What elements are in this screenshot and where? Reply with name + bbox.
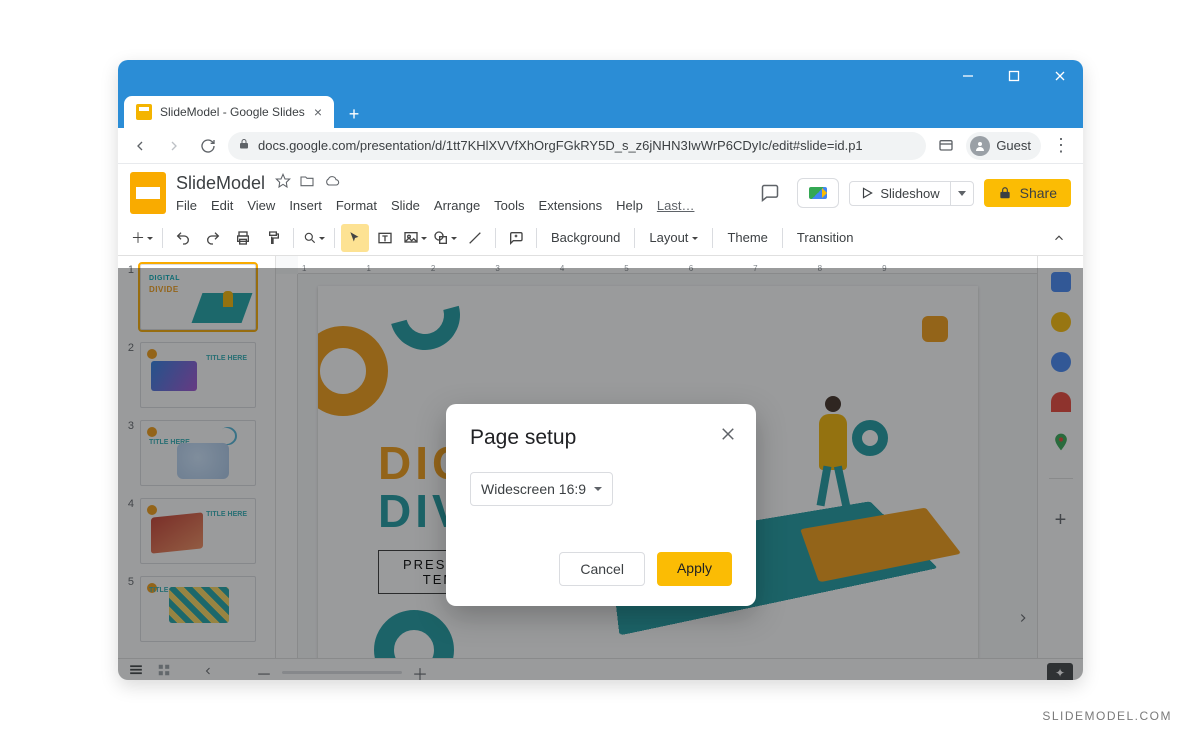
profile-label: Guest: [996, 138, 1031, 153]
slides-logo-icon[interactable]: [130, 172, 166, 214]
install-app-icon[interactable]: [932, 132, 960, 160]
menu-edit[interactable]: Edit: [211, 198, 233, 213]
browser-tab[interactable]: SlideModel - Google Slides ×: [124, 96, 334, 128]
menu-slide[interactable]: Slide: [391, 198, 420, 213]
shape-tool[interactable]: [431, 224, 459, 252]
avatar-icon: [970, 136, 990, 156]
window-close-button[interactable]: [1037, 60, 1083, 92]
address-bar[interactable]: docs.google.com/presentation/d/1tt7KHlXV…: [228, 132, 926, 160]
last-edit-link[interactable]: Last…: [657, 198, 695, 213]
menu-extensions[interactable]: Extensions: [539, 198, 603, 213]
transition-button[interactable]: Transition: [789, 226, 862, 249]
tab-title: SlideModel - Google Slides: [160, 105, 305, 119]
share-button[interactable]: Share: [984, 179, 1071, 207]
slides-app: SlideModel File Edit View Insert Format …: [118, 164, 1083, 680]
comment-tool[interactable]: [502, 224, 530, 252]
play-icon: [860, 186, 874, 200]
document-title[interactable]: SlideModel: [176, 173, 265, 194]
lock-icon: [998, 186, 1012, 200]
page-size-value: Widescreen 16:9: [481, 481, 586, 497]
menu-arrange[interactable]: Arrange: [434, 198, 480, 213]
print-button[interactable]: [229, 224, 257, 252]
textbox-tool[interactable]: [371, 224, 399, 252]
background-button[interactable]: Background: [543, 226, 628, 249]
url-text: docs.google.com/presentation/d/1tt7KHlXV…: [258, 138, 863, 153]
menu-tools[interactable]: Tools: [494, 198, 524, 213]
menu-insert[interactable]: Insert: [289, 198, 322, 213]
browser-window: SlideModel - Google Slides × + docs.goog…: [118, 60, 1083, 680]
select-tool[interactable]: [341, 224, 369, 252]
slideshow-dropdown[interactable]: [950, 182, 973, 205]
tab-strip: SlideModel - Google Slides × +: [118, 92, 1083, 128]
move-icon[interactable]: [299, 173, 315, 194]
collapse-toolbar-button[interactable]: [1045, 224, 1073, 252]
meet-icon: [809, 187, 827, 199]
app-header: SlideModel File Edit View Insert Format …: [118, 164, 1083, 214]
slideshow-button[interactable]: Slideshow: [850, 182, 949, 205]
page-size-select[interactable]: Widescreen 16:9: [470, 472, 613, 506]
toolbar: ＋ Background Layout Theme Transition: [118, 220, 1083, 256]
menu-file[interactable]: File: [176, 198, 197, 213]
zoom-button[interactable]: [300, 224, 328, 252]
star-icon[interactable]: [275, 173, 291, 194]
page-setup-dialog: Page setup Widescreen 16:9 Cancel Apply: [446, 404, 756, 606]
window-minimize-button[interactable]: [945, 60, 991, 92]
cancel-button[interactable]: Cancel: [559, 552, 645, 586]
window-maximize-button[interactable]: [991, 60, 1037, 92]
slides-favicon-icon: [136, 104, 152, 120]
menu-bar: File Edit View Insert Format Slide Arran…: [176, 198, 694, 213]
new-tab-button[interactable]: +: [340, 100, 368, 128]
close-icon: [719, 425, 737, 443]
comments-button[interactable]: [753, 176, 787, 210]
menu-help[interactable]: Help: [616, 198, 643, 213]
chrome-menu-button[interactable]: ⋮: [1047, 132, 1075, 160]
undo-button[interactable]: [169, 224, 197, 252]
image-tool[interactable]: [401, 224, 429, 252]
paint-format-button[interactable]: [259, 224, 287, 252]
menu-format[interactable]: Format: [336, 198, 377, 213]
menu-view[interactable]: View: [247, 198, 275, 213]
slideshow-button-group: Slideshow: [849, 181, 973, 206]
dialog-close-button[interactable]: [714, 420, 742, 448]
slideshow-label: Slideshow: [880, 186, 939, 201]
nav-back-button[interactable]: [126, 132, 154, 160]
tab-close-button[interactable]: ×: [314, 105, 322, 119]
os-titlebar: [118, 60, 1083, 92]
new-slide-button[interactable]: ＋: [128, 224, 156, 252]
browser-toolbar: docs.google.com/presentation/d/1tt7KHlXV…: [118, 128, 1083, 164]
layout-button[interactable]: Layout: [641, 226, 706, 249]
dialog-title: Page setup: [470, 426, 732, 450]
nav-reload-button[interactable]: [194, 132, 222, 160]
apply-button[interactable]: Apply: [657, 552, 732, 586]
meet-button[interactable]: [797, 178, 839, 208]
theme-button[interactable]: Theme: [719, 226, 775, 249]
watermark: SLIDEMODEL.COM: [1042, 709, 1172, 723]
line-tool[interactable]: [461, 224, 489, 252]
nav-forward-button[interactable]: [160, 132, 188, 160]
share-label: Share: [1020, 185, 1057, 201]
cloud-status-icon[interactable]: [323, 173, 341, 194]
profile-chip[interactable]: Guest: [966, 132, 1041, 160]
lock-icon: [238, 138, 250, 153]
redo-button[interactable]: [199, 224, 227, 252]
